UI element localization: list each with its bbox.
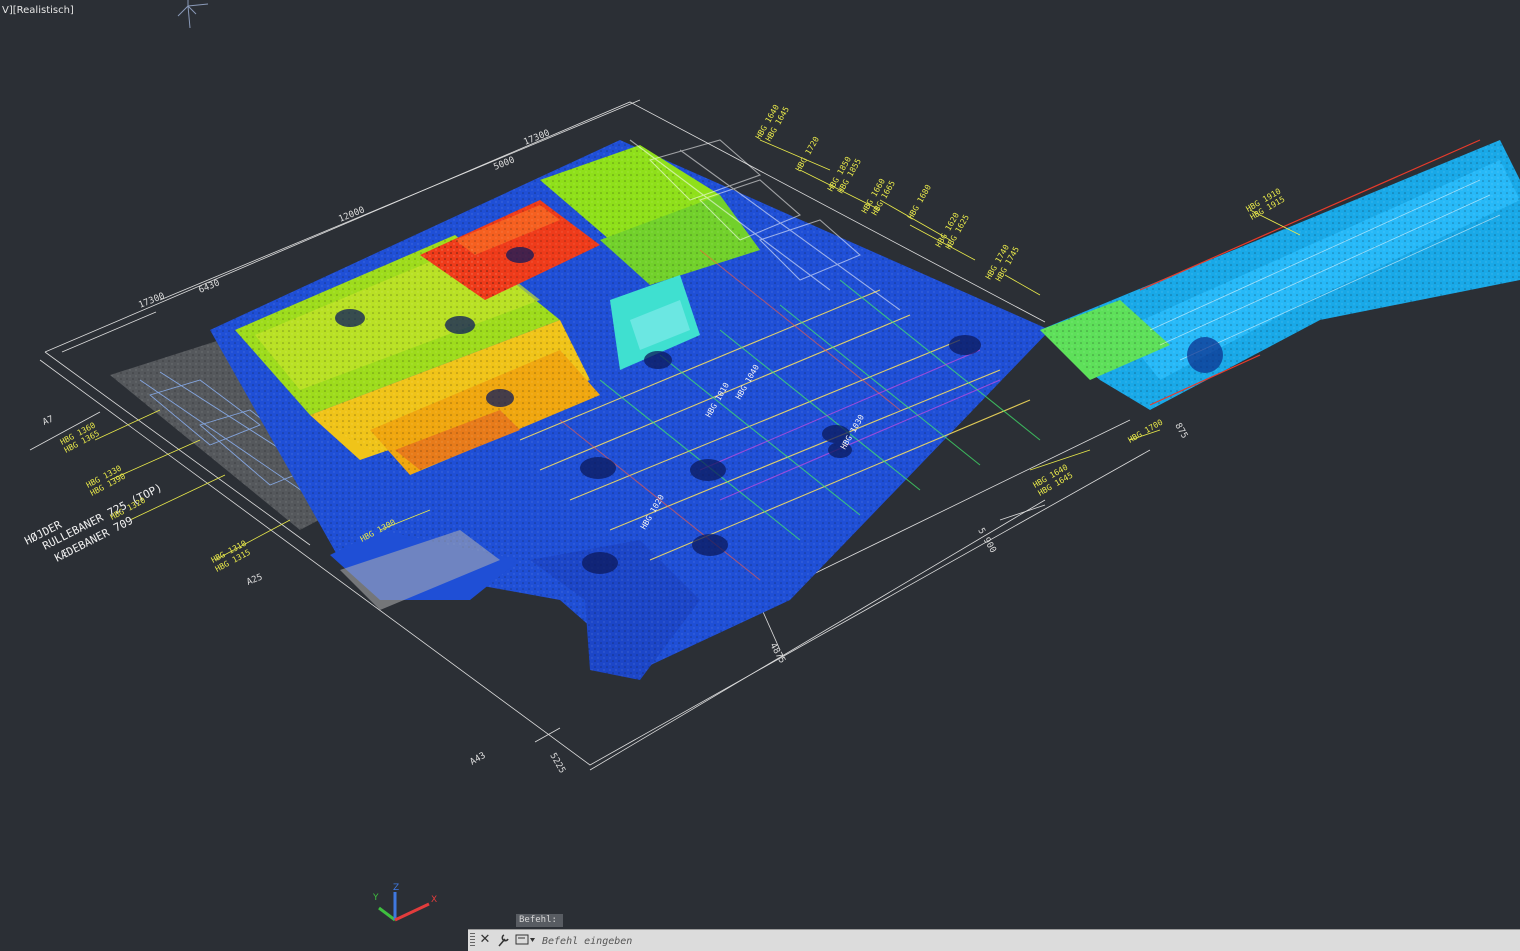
model-viewport[interactable]: V][Realistisch] HØJDER RULLEBANER 725 (T… (0, 0, 1520, 950)
ucs-y-label: Y (372, 893, 379, 903)
ucs-axis-icon[interactable]: Y Z X (365, 880, 455, 930)
command-history-label: Befehl: (516, 914, 563, 927)
command-line-bar: ✕ (468, 929, 1520, 951)
recent-commands-icon[interactable] (514, 932, 536, 948)
command-input[interactable] (540, 932, 1444, 950)
ucs-x-label: X (431, 895, 437, 905)
right-corridor (1040, 139, 1520, 410)
close-icon[interactable]: ✕ (478, 931, 492, 949)
customize-wrench-icon[interactable] (495, 931, 511, 949)
drag-grip-icon[interactable] (470, 933, 475, 948)
ucs-z-label: Z (393, 883, 399, 893)
point-cloud-scene[interactable] (0, 0, 1520, 950)
